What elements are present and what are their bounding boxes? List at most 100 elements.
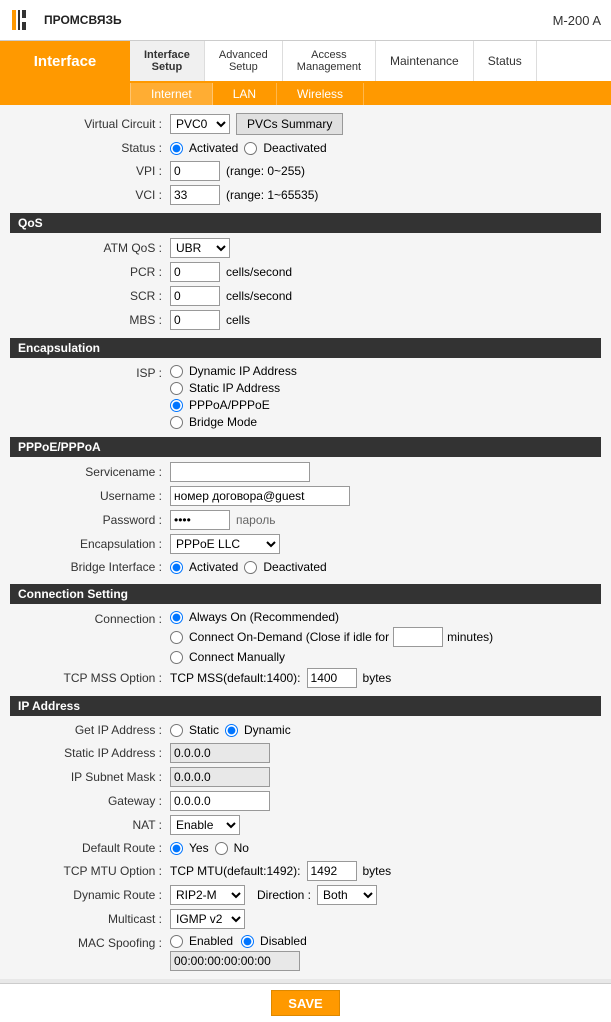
status-deactivated-radio[interactable]: [244, 142, 257, 155]
bridge-deactivated-label[interactable]: Deactivated: [244, 560, 326, 574]
direction-select[interactable]: Both: [317, 885, 377, 905]
gateway-input[interactable]: [170, 791, 270, 811]
isp-dynamic-label[interactable]: Dynamic IP Address: [170, 364, 297, 378]
dynamic-route-select[interactable]: RIP2-M: [170, 885, 245, 905]
username-input[interactable]: [170, 486, 350, 506]
password-input[interactable]: [170, 510, 230, 530]
status-activated-text: Activated: [189, 141, 238, 155]
isp-row: ISP : Dynamic IP Address Static IP Addre…: [10, 361, 601, 431]
mbs-label: MBS :: [10, 313, 170, 327]
sub-tab-lan[interactable]: LAN: [213, 83, 277, 105]
always-on-label[interactable]: Always On (Recommended): [170, 610, 339, 624]
vci-field: (range: 1~65535): [170, 185, 601, 205]
pcr-field: cells/second: [170, 262, 601, 282]
isp-static-label[interactable]: Static IP Address: [170, 381, 280, 395]
mac-enabled-label[interactable]: Enabled: [170, 934, 233, 948]
default-route-no-label[interactable]: No: [215, 841, 249, 855]
connect-manually-radio[interactable]: [170, 651, 183, 664]
servicename-input[interactable]: [170, 462, 310, 482]
vci-row: VCI : (range: 1~65535): [10, 183, 601, 207]
save-button[interactable]: SAVE: [271, 990, 339, 1016]
bridge-deactivated-radio[interactable]: [244, 561, 257, 574]
get-ip-static-radio[interactable]: [170, 724, 183, 737]
atm-qos-row: ATM QoS : UBR: [10, 236, 601, 260]
bridge-interface-field: Activated Deactivated: [170, 560, 601, 574]
isp-pppoa-text: PPPoA/PPPoE: [189, 398, 270, 412]
tcp-mtu-unit: bytes: [363, 864, 392, 878]
mbs-unit: cells: [226, 313, 250, 327]
get-ip-dynamic-label[interactable]: Dynamic: [225, 723, 291, 737]
bridge-activated-label[interactable]: Activated: [170, 560, 238, 574]
get-ip-dynamic-text: Dynamic: [244, 723, 291, 737]
mac-disabled-label[interactable]: Disabled: [241, 934, 307, 948]
tab-interface-setup[interactable]: InterfaceSetup: [130, 41, 205, 81]
isp-static-radio[interactable]: [170, 382, 183, 395]
isp-bridge-label[interactable]: Bridge Mode: [170, 415, 257, 429]
isp-pppoa-label[interactable]: PPPoA/PPPoE: [170, 398, 270, 412]
static-ip-input[interactable]: [170, 743, 270, 763]
connect-manually-text: Connect Manually: [189, 650, 285, 664]
mac-disabled-radio[interactable]: [241, 935, 254, 948]
tcp-mss-row: TCP MSS Option : TCP MSS(default:1400): …: [10, 666, 601, 690]
mac-address-input[interactable]: [170, 951, 300, 971]
vpi-input[interactable]: [170, 161, 220, 181]
always-on-radio[interactable]: [170, 611, 183, 624]
qos-section-header: QoS: [10, 213, 601, 233]
isp-dynamic-radio[interactable]: [170, 365, 183, 378]
tcp-mss-text: TCP MSS(default:1400):: [170, 671, 301, 685]
pcr-input[interactable]: [170, 262, 220, 282]
mac-spoofing-row: MAC Spoofing : Enabled Disabled: [10, 931, 601, 973]
servicename-field: [170, 462, 601, 482]
get-ip-dynamic-radio[interactable]: [225, 724, 238, 737]
tab-advanced-setup[interactable]: AdvancedSetup: [205, 41, 283, 81]
scr-label: SCR :: [10, 289, 170, 303]
interface-label[interactable]: Interface: [0, 41, 130, 81]
password-label: Password :: [10, 513, 170, 527]
default-route-no-radio[interactable]: [215, 842, 228, 855]
logo: ПРОМСВЯЗЬ: [10, 6, 122, 34]
status-deactivated-text: Deactivated: [263, 141, 326, 155]
tcp-mtu-text: TCP MTU(default:1492):: [170, 864, 301, 878]
default-route-yes-radio[interactable]: [170, 842, 183, 855]
connect-demand-radio[interactable]: [170, 631, 183, 644]
isp-field: Dynamic IP Address Static IP Address PPP…: [170, 364, 601, 429]
default-route-label: Default Route :: [10, 841, 170, 855]
status-activated-label[interactable]: Activated: [170, 141, 238, 155]
mbs-input[interactable]: [170, 310, 220, 330]
sub-tab-wireless[interactable]: Wireless: [277, 83, 364, 105]
subnet-mask-input[interactable]: [170, 767, 270, 787]
mac-enabled-radio[interactable]: [170, 935, 183, 948]
nat-select[interactable]: Enable Disable: [170, 815, 240, 835]
connect-demand-label[interactable]: Connect On-Demand (Close if idle for min…: [170, 627, 493, 647]
tcp-mtu-input[interactable]: [307, 861, 357, 881]
bridge-activated-radio[interactable]: [170, 561, 183, 574]
vpi-range: (range: 0~255): [226, 164, 305, 178]
virtual-circuit-row: Virtual Circuit : PVC0 PVCs Summary: [10, 111, 601, 137]
status-deactivated-label[interactable]: Deactivated: [244, 141, 326, 155]
mac-enabled-text: Enabled: [189, 934, 233, 948]
isp-pppoa-radio[interactable]: [170, 399, 183, 412]
isp-dynamic-text: Dynamic IP Address: [189, 364, 297, 378]
get-ip-static-label[interactable]: Static: [170, 723, 219, 737]
encapsulation-select[interactable]: PPPoE LLC: [170, 534, 280, 554]
status-label: Status :: [10, 141, 170, 155]
nat-field: Enable Disable: [170, 815, 601, 835]
bridge-interface-label: Bridge Interface :: [10, 560, 170, 574]
demand-minutes-input[interactable]: [393, 627, 443, 647]
pvcs-summary-button[interactable]: PVCs Summary: [236, 113, 343, 135]
default-route-yes-label[interactable]: Yes: [170, 841, 209, 855]
isp-bridge-radio[interactable]: [170, 416, 183, 429]
tab-maintenance[interactable]: Maintenance: [376, 41, 474, 81]
gateway-row: Gateway :: [10, 789, 601, 813]
tab-status[interactable]: Status: [474, 41, 537, 81]
tcp-mss-input[interactable]: [307, 668, 357, 688]
tab-access-management[interactable]: AccessManagement: [283, 41, 376, 81]
sub-tab-internet[interactable]: Internet: [130, 83, 213, 105]
atm-qos-select[interactable]: UBR: [170, 238, 230, 258]
status-activated-radio[interactable]: [170, 142, 183, 155]
multicast-select[interactable]: IGMP v2: [170, 909, 245, 929]
scr-input[interactable]: [170, 286, 220, 306]
virtual-circuit-select[interactable]: PVC0: [170, 114, 230, 134]
connect-manually-label[interactable]: Connect Manually: [170, 650, 285, 664]
vci-input[interactable]: [170, 185, 220, 205]
